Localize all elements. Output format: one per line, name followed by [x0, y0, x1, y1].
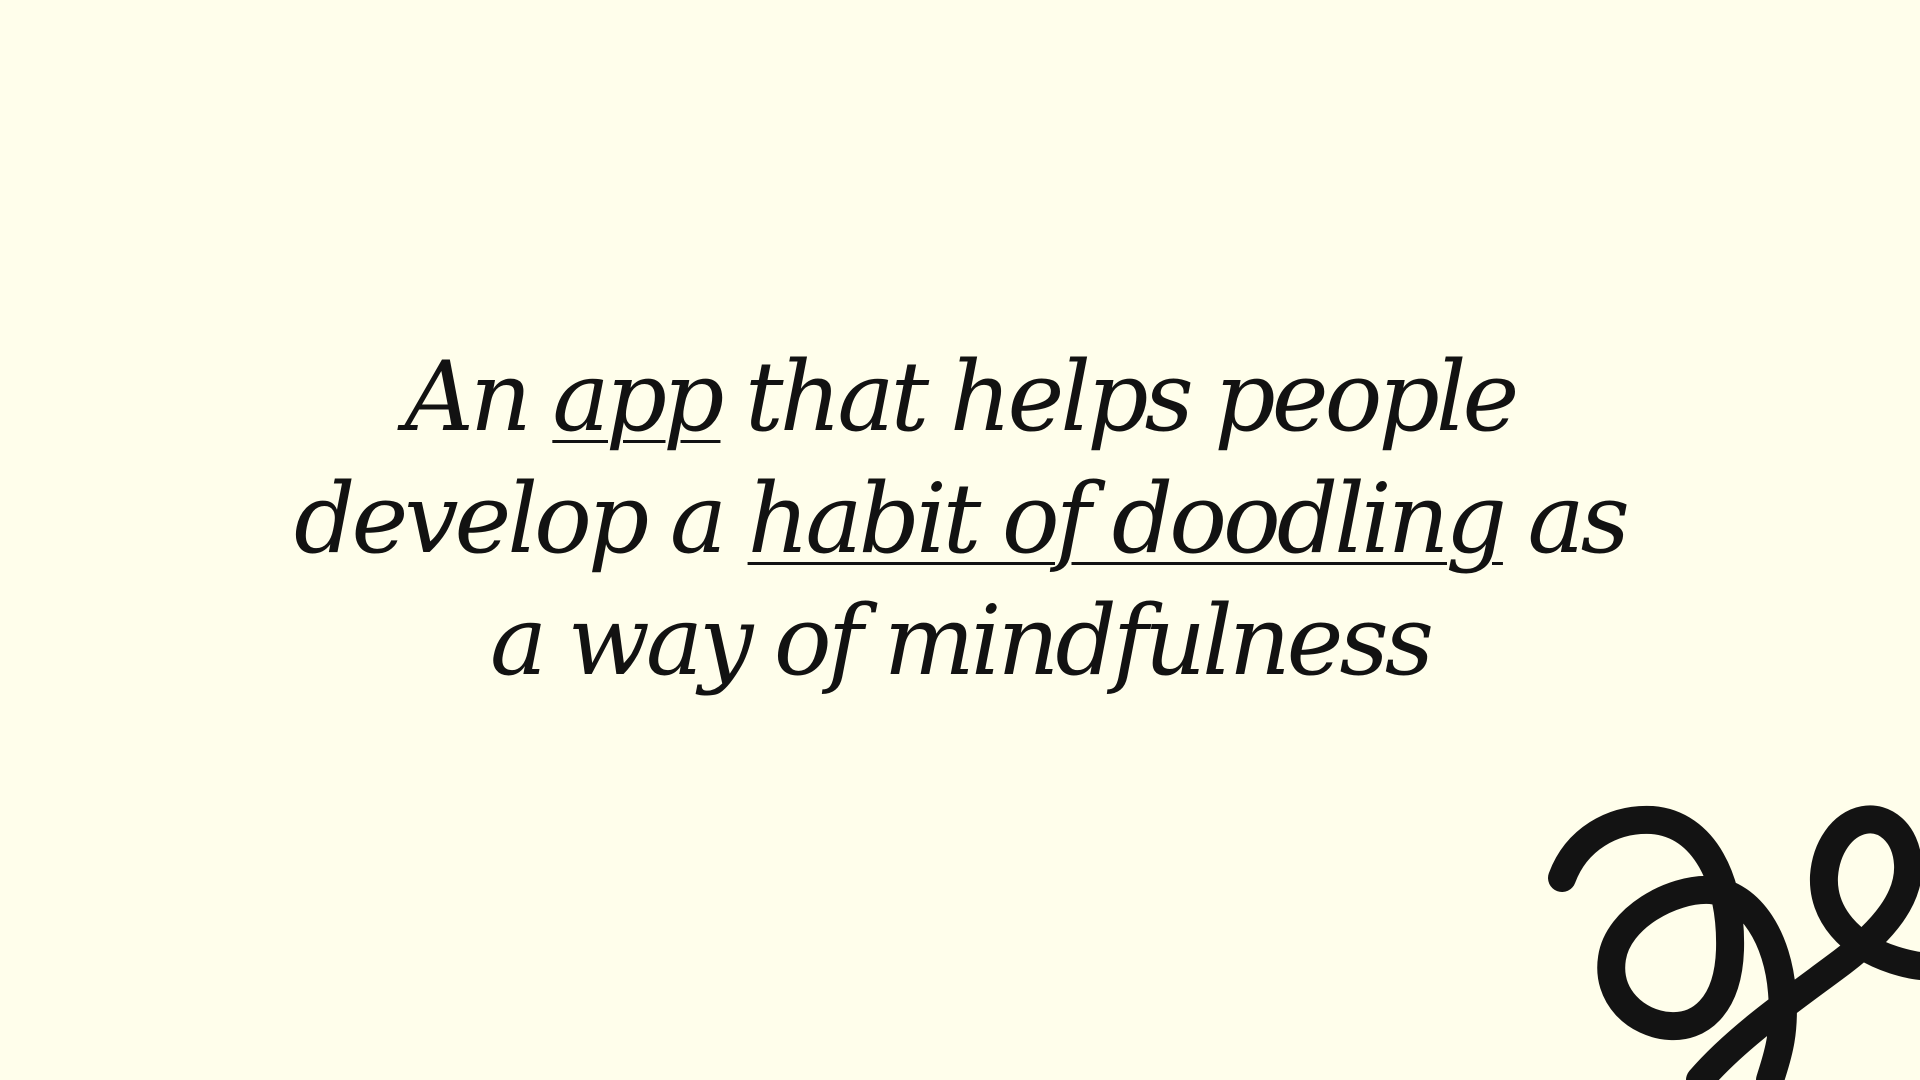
headline-text: develop a [294, 463, 748, 575]
headline-line-1: An app that helps people [0, 336, 1920, 458]
headline-underlined-text: habit of doodling [747, 463, 1507, 575]
headline-text: that helps people [720, 341, 1519, 453]
slide-canvas: An app that helps people develop a habit… [0, 0, 1920, 1080]
headline-underlined-text: app [552, 341, 724, 453]
squiggle-stroke [1548, 805, 1920, 1080]
squiggle-doodle-icon [1520, 740, 1920, 1080]
headline-text: a way of mindfulness [490, 585, 1434, 697]
headline-text: as [1502, 463, 1630, 575]
headline-line-2: develop a habit of doodling as [0, 458, 1920, 580]
headline: An app that helps people develop a habit… [0, 336, 1920, 702]
headline-line-3: a way of mindfulness [0, 580, 1920, 702]
headline-text: An [404, 341, 553, 453]
